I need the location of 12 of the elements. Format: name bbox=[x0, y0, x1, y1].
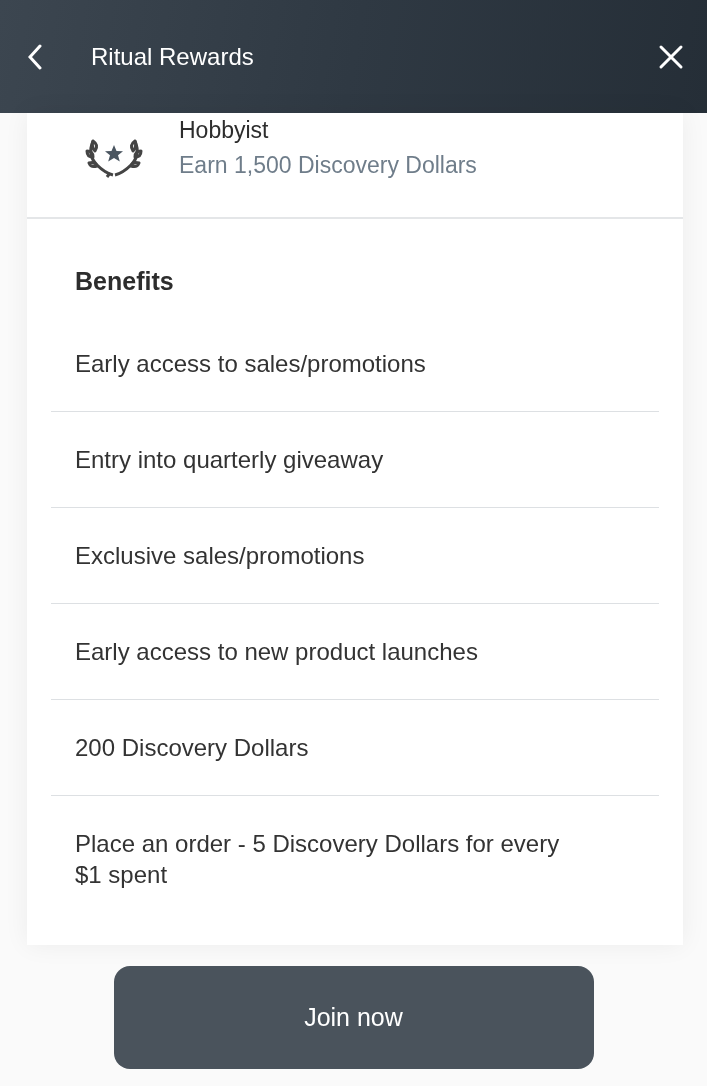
tier-requirement: Earn 1,500 Discovery Dollars bbox=[179, 152, 477, 179]
back-icon bbox=[28, 43, 42, 70]
benefit-item: Place an order - 5 Discovery Dollars for every $1 spent bbox=[51, 795, 659, 922]
benefit-item: 200 Discovery Dollars bbox=[51, 699, 659, 795]
benefit-item: Exclusive sales/promotions bbox=[51, 507, 659, 603]
benefit-item: Early access to sales/promotions bbox=[74, 349, 427, 379]
benefit-item: Early access to new product launches bbox=[51, 603, 659, 699]
benefits-heading: Benefits bbox=[75, 267, 175, 296]
join-button[interactable]: Join now bbox=[113, 966, 594, 1069]
tier-name: Hobbyist bbox=[179, 117, 270, 144]
benefit-item: Entry into quarterly giveaway bbox=[51, 411, 659, 507]
page-title: Ritual Rewards bbox=[91, 42, 255, 71]
